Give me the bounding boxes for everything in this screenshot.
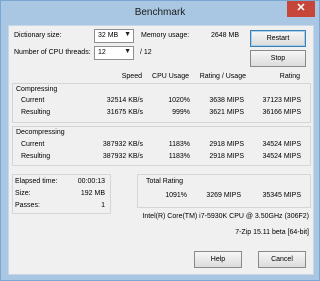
total-rating-value: 35345 MIPS xyxy=(262,192,301,199)
compress-current-cpu: 1020% xyxy=(168,97,190,104)
compress-current-rating: 37123 MIPS xyxy=(262,97,301,104)
chevron-down-icon: ▼ xyxy=(124,48,131,55)
compressing-group: Compressing Current 32514 KB/s 1020% 363… xyxy=(12,83,311,123)
compress-resulting-speed: 31675 KB/s xyxy=(106,109,143,116)
col-header-cpu-usage: CPU Usage xyxy=(152,73,189,80)
cpu-threads-label: Number of CPU threads: xyxy=(14,49,91,56)
decompress-current-cpu: 1183% xyxy=(168,141,190,148)
decompress-current-rating: 34524 MIPS xyxy=(262,141,301,148)
compress-resulting-label: Resulting xyxy=(21,109,51,116)
size-value: 192 MB xyxy=(80,190,105,197)
stats-group: Elapsed time: 00:00:13 Size: 192 MB Pass… xyxy=(12,174,111,214)
compress-resulting-rating: 36166 MIPS xyxy=(262,109,301,116)
compressing-title: Compressing xyxy=(16,86,58,93)
memory-usage-value: 2648 MB xyxy=(211,32,240,39)
decompress-resulting-label: Resulting xyxy=(21,153,51,160)
decompressing-title: Decompressing xyxy=(16,129,65,136)
dictionary-size-label: Dictionary size: xyxy=(14,32,62,39)
help-button[interactable]: Help xyxy=(194,251,242,268)
decompress-current-speed: 387932 KB/s xyxy=(102,141,143,148)
dictionary-size-value: 32 MB xyxy=(98,32,119,39)
decompressing-group: Decompressing Current 387932 KB/s 1183% … xyxy=(12,126,311,166)
cpu-info: Intel(R) Core(TM) i7-5930K CPU @ 3.50GHz… xyxy=(142,213,309,220)
window-title: Benchmark xyxy=(134,7,186,18)
title-bar: Benchmark ✕ xyxy=(1,1,319,25)
cpu-threads-max: / 12 xyxy=(140,49,152,56)
cancel-button[interactable]: Cancel xyxy=(258,251,306,268)
col-header-speed: Speed xyxy=(121,73,142,80)
decompress-resulting-rating-usage: 2918 MIPS xyxy=(209,153,244,160)
restart-button[interactable]: Restart xyxy=(250,30,306,47)
passes-label: Passes: xyxy=(15,202,40,209)
compress-current-label: Current xyxy=(21,97,45,104)
decompress-current-label: Current xyxy=(21,141,45,148)
dialog-client-area: Dictionary size: 32 MB ▼ Memory usage: 2… xyxy=(8,25,314,275)
cpu-threads-value: 12 xyxy=(98,49,106,56)
passes-value: 1 xyxy=(101,202,105,209)
size-label: Size: xyxy=(15,190,31,197)
col-header-rating-usage: Rating / Usage xyxy=(199,73,246,80)
col-header-rating: Rating xyxy=(279,73,300,80)
total-rating-title: Total Rating xyxy=(146,178,183,185)
compress-resulting-rating-usage: 3621 MIPS xyxy=(209,109,244,116)
cpu-threads-select[interactable]: 12 ▼ xyxy=(94,46,134,60)
compress-current-rating-usage: 3638 MIPS xyxy=(209,97,244,104)
close-button[interactable]: ✕ xyxy=(287,1,315,17)
decompress-resulting-cpu: 1183% xyxy=(168,153,190,160)
dictionary-size-select[interactable]: 32 MB ▼ xyxy=(94,29,134,43)
total-cpu-usage: 1091% xyxy=(165,192,187,199)
elapsed-time-label: Elapsed time: xyxy=(15,178,58,185)
version-info: 7-Zip 15.11 beta [64-bit] xyxy=(235,229,309,236)
memory-usage-label: Memory usage: xyxy=(141,32,190,39)
total-rating-group: Total Rating 1091% 3269 MIPS 35345 MIPS xyxy=(137,174,311,208)
decompress-resulting-rating: 34524 MIPS xyxy=(262,153,301,160)
chevron-down-icon: ▼ xyxy=(124,31,131,38)
total-rating-usage: 3269 MIPS xyxy=(206,192,241,199)
benchmark-window: Benchmark ✕ Dictionary size: 32 MB ▼ Mem… xyxy=(0,0,320,281)
decompress-resulting-speed: 387932 KB/s xyxy=(102,153,143,160)
compress-resulting-cpu: 999% xyxy=(172,109,190,116)
decompress-current-rating-usage: 2918 MIPS xyxy=(209,141,244,148)
elapsed-time-value: 00:00:13 xyxy=(77,178,105,185)
stop-button[interactable]: Stop xyxy=(250,50,306,67)
compress-current-speed: 32514 KB/s xyxy=(106,97,143,104)
